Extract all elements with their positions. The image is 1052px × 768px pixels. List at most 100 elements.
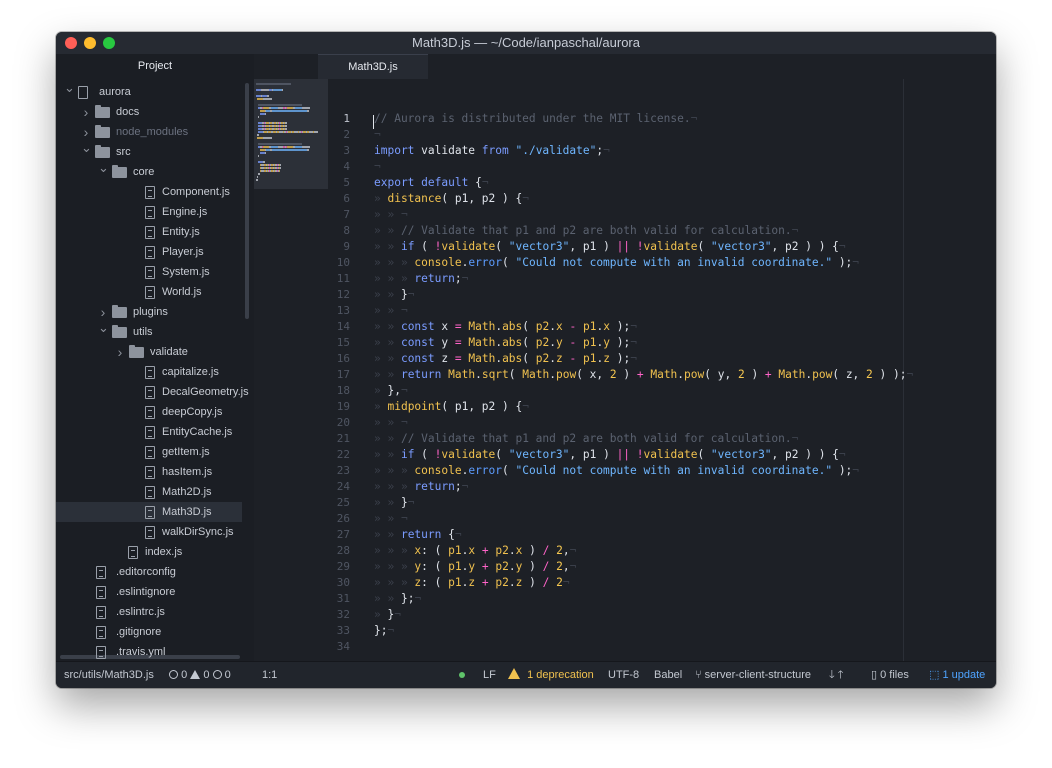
- changed-files[interactable]: ▯ 0 files: [871, 662, 909, 688]
- line-number[interactable]: 27: [328, 527, 350, 543]
- code-line[interactable]: » » » y: ( p1.y + p2.y ) / 2,¬: [374, 559, 576, 575]
- tree-item[interactable]: Entity.js: [56, 222, 242, 242]
- code-line[interactable]: » » if ( !validate( "vector3", p1 ) || !…: [374, 239, 846, 255]
- line-number[interactable]: 7: [328, 207, 350, 223]
- line-number[interactable]: 15: [328, 335, 350, 351]
- minimize-window-button[interactable]: [84, 37, 96, 49]
- line-number[interactable]: 24: [328, 479, 350, 495]
- code-line[interactable]: » » const y = Math.abs( p2.y - p1.y );¬: [374, 335, 637, 351]
- code-line[interactable]: » » const x = Math.abs( p2.x - p1.x );¬: [374, 319, 637, 335]
- tab-math3d[interactable]: Math3D.js: [318, 54, 428, 79]
- code-line[interactable]: » » » return;¬: [374, 479, 468, 495]
- code-line[interactable]: ¬: [374, 127, 381, 143]
- chevron-right-icon[interactable]: ›: [115, 342, 125, 362]
- tree-item[interactable]: deepCopy.js: [56, 402, 242, 422]
- zoom-window-button[interactable]: [103, 37, 115, 49]
- code-line[interactable]: » » » x: ( p1.x + p2.x ) / 2,¬: [374, 543, 576, 559]
- line-number[interactable]: 12: [328, 287, 350, 303]
- line-number[interactable]: 11: [328, 271, 350, 287]
- code-line[interactable]: import validate from "./validate";¬: [374, 143, 610, 159]
- update-indicator[interactable]: ⬚ 1 update: [929, 662, 985, 688]
- tree-item[interactable]: › docs: [56, 102, 242, 122]
- minimap[interactable]: [254, 79, 328, 189]
- code-line[interactable]: » » ¬: [374, 207, 408, 223]
- linter-summary[interactable]: 0 0 0: [169, 662, 231, 688]
- cursor-position[interactable]: 1:1: [262, 662, 277, 688]
- code-line[interactable]: » » ¬: [374, 511, 408, 527]
- tree-item[interactable]: World.js: [56, 282, 242, 302]
- tree-item[interactable]: › validate: [56, 342, 242, 362]
- code-line[interactable]: » » ¬: [374, 415, 408, 431]
- tab-project[interactable]: Project: [56, 54, 254, 79]
- line-number[interactable]: 30: [328, 575, 350, 591]
- tree-item[interactable]: EntityCache.js: [56, 422, 242, 442]
- line-number[interactable]: 21: [328, 431, 350, 447]
- tree-item[interactable]: Math3D.js: [56, 502, 242, 522]
- line-number[interactable]: 34: [328, 639, 350, 655]
- code-line[interactable]: // Aurora is distributed under the MIT l…: [374, 111, 697, 127]
- code-line[interactable]: » » // Validate that p1 and p2 are both …: [374, 223, 798, 239]
- line-number[interactable]: 2: [328, 127, 350, 143]
- code-line[interactable]: » » ¬: [374, 303, 408, 319]
- chevron-down-icon[interactable]: ⌄: [64, 79, 75, 98]
- code-line[interactable]: » » }¬: [374, 287, 414, 303]
- line-number[interactable]: 28: [328, 543, 350, 559]
- status-file-path[interactable]: src/utils/Math3D.js: [64, 662, 154, 688]
- line-number[interactable]: 23: [328, 463, 350, 479]
- line-number[interactable]: 10: [328, 255, 350, 271]
- tree-item[interactable]: .editorconfig: [56, 562, 242, 582]
- tree-item[interactable]: .travis.yml: [56, 642, 242, 661]
- chevron-down-icon[interactable]: ⌄: [81, 138, 92, 158]
- tree-item[interactable]: ⌄ src: [56, 140, 242, 162]
- code-line[interactable]: » » » console.error( "Could not compute …: [374, 255, 859, 271]
- line-number[interactable]: 16: [328, 351, 350, 367]
- sidebar-scrollbar[interactable]: [245, 83, 249, 319]
- line-number[interactable]: 20: [328, 415, 350, 431]
- code-line[interactable]: » » // Validate that p1 and p2 are both …: [374, 431, 798, 447]
- tree-item[interactable]: .eslintrc.js: [56, 602, 242, 622]
- line-number[interactable]: 3: [328, 143, 350, 159]
- line-number[interactable]: 25: [328, 495, 350, 511]
- line-number[interactable]: 1: [328, 111, 350, 127]
- tree-item[interactable]: hasItem.js: [56, 462, 242, 482]
- code-line[interactable]: » },¬: [374, 383, 408, 399]
- tree-item[interactable]: index.js: [56, 542, 242, 562]
- tree-item[interactable]: Player.js: [56, 242, 242, 262]
- code-line[interactable]: » » » console.error( "Could not compute …: [374, 463, 859, 479]
- grammar-selector[interactable]: Babel: [654, 662, 682, 688]
- tree-item[interactable]: DecalGeometry.js: [56, 382, 249, 402]
- line-number[interactable]: 5: [328, 175, 350, 191]
- tree-item[interactable]: Engine.js: [56, 202, 242, 222]
- fetch-icon[interactable]: 🡓 🡑: [829, 662, 844, 688]
- line-ending-selector[interactable]: LF: [483, 662, 496, 688]
- tree-item[interactable]: walkDirSync.js: [56, 522, 242, 542]
- tree-item[interactable]: Math2D.js: [56, 482, 242, 502]
- chevron-down-icon[interactable]: ⌄: [98, 158, 109, 178]
- code-line[interactable]: » distance( p1, p2 ) {¬: [374, 191, 529, 207]
- code-line[interactable]: » » if ( !validate( "vector3", p1 ) || !…: [374, 447, 846, 463]
- close-window-button[interactable]: [65, 37, 77, 49]
- line-number[interactable]: 31: [328, 591, 350, 607]
- tree-item[interactable]: .gitignore: [56, 622, 242, 642]
- line-number[interactable]: 22: [328, 447, 350, 463]
- line-number[interactable]: 14: [328, 319, 350, 335]
- code-line[interactable]: ¬: [374, 159, 381, 175]
- code-line[interactable]: » }¬: [374, 607, 401, 623]
- tree-item[interactable]: ⌄ core: [56, 160, 242, 182]
- tree-item[interactable]: getItem.js: [56, 442, 242, 462]
- chevron-down-icon[interactable]: ⌄: [98, 318, 109, 338]
- line-number[interactable]: 8: [328, 223, 350, 239]
- line-number[interactable]: 18: [328, 383, 350, 399]
- tree-item[interactable]: ⌄ utils: [56, 320, 242, 342]
- tree-item[interactable]: System.js: [56, 262, 242, 282]
- line-number[interactable]: 19: [328, 399, 350, 415]
- code-line[interactable]: » midpoint( p1, p2 ) {¬: [374, 399, 529, 415]
- code-line[interactable]: » » return {¬: [374, 527, 462, 543]
- code-line[interactable]: export default {¬: [374, 175, 489, 191]
- line-number[interactable]: 29: [328, 559, 350, 575]
- code-line[interactable]: » » » return;¬: [374, 271, 468, 287]
- code-editor[interactable]: 1 // Aurora is distributed under the MIT …: [328, 79, 996, 661]
- line-number[interactable]: 6: [328, 191, 350, 207]
- code-line[interactable]: };¬: [374, 623, 394, 639]
- line-number[interactable]: 33: [328, 623, 350, 639]
